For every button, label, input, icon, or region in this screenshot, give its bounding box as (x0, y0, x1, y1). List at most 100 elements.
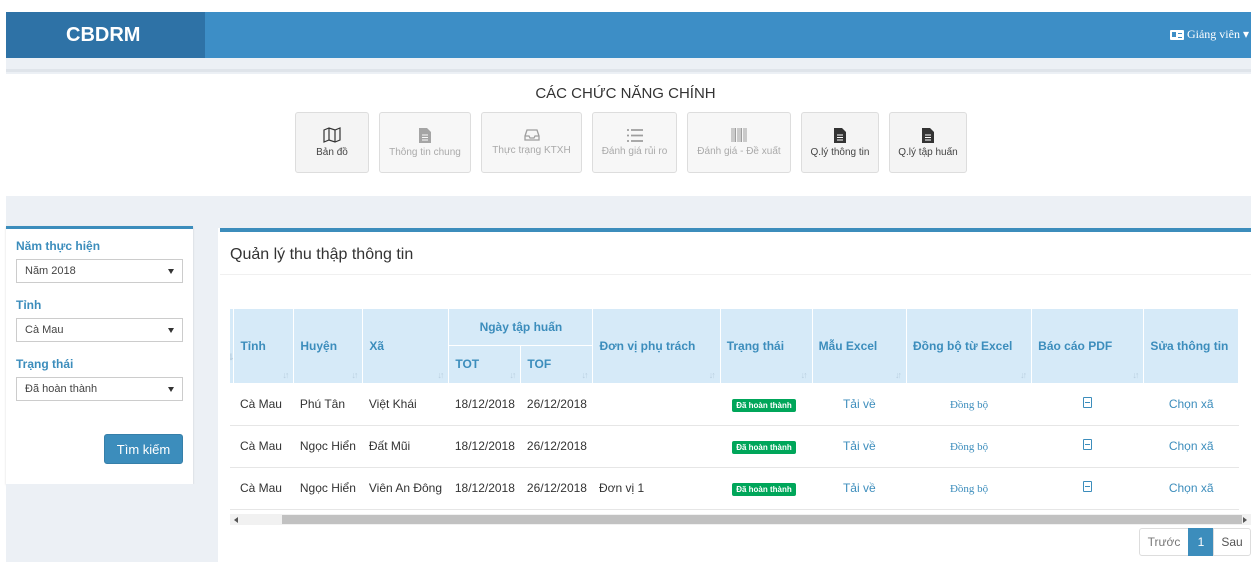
choose-commune-link[interactable]: Chọn xã (1169, 481, 1214, 495)
user-label: Giảng viên (1186, 27, 1240, 41)
pdf-icon[interactable] (1083, 439, 1093, 450)
column-header-training-date: Ngày tập huấn (448, 309, 594, 346)
pdf-cell (1031, 425, 1144, 468)
top-navbar: CBDRM Giảng viên ▾ (6, 12, 1251, 58)
column-header-commune[interactable]: Xã ↓↑ (362, 309, 450, 384)
search-button[interactable]: Tìm kiếm (104, 434, 183, 464)
commune-cell: Đất Mũi (362, 425, 449, 468)
general-info-button[interactable]: Thông tin chung (379, 112, 471, 173)
gutter (193, 226, 218, 484)
status-badge: Đã hoàn thành (732, 440, 796, 454)
table-row: Cà Mau Phú Tân Việt Khái 18/12/2018 26/1… (230, 383, 1239, 426)
column-header-province-label: Tỉnh (240, 338, 266, 353)
map-icon (323, 127, 341, 143)
district-cell: Ngọc Hiển (293, 467, 363, 510)
column-header-sync-excel[interactable]: Đồng bộ từ Excel ↓↑ (906, 309, 1033, 384)
district-cell: Ngọc Hiển (293, 425, 363, 468)
column-header-status[interactable]: Trạng thái ↓↑ (720, 309, 813, 384)
file-icon (419, 127, 431, 143)
status-label: Trạng thái (16, 357, 74, 371)
scroll-right-icon[interactable] (1243, 517, 1247, 523)
map-button[interactable]: Bản đồ (295, 112, 369, 173)
column-header-status-label: Trạng thái (726, 338, 785, 353)
sort-icon: ↓↑ (895, 369, 902, 380)
socio-economic-button[interactable]: Thực trạng KTXH (481, 112, 582, 173)
column-header-edit-info[interactable]: Sửa thông tin (1143, 309, 1239, 384)
sort-icon: ↓↑ (800, 369, 808, 380)
status-cell: Đã hoàn thành (720, 383, 813, 426)
status-select[interactable]: Đã hoàn thành (16, 377, 183, 401)
column-header-district[interactable]: Huyện ↓↑ (293, 309, 364, 384)
download-link[interactable]: Tải về (843, 397, 876, 411)
page-1-button[interactable]: 1 (1188, 528, 1214, 556)
column-header-province[interactable]: Tỉnh ↓↑ (233, 309, 295, 384)
column-header-tof-label: TOF (527, 357, 552, 371)
sync-cell: Đồng bộ (906, 425, 1032, 468)
province-select[interactable]: Cà Mau (16, 318, 183, 342)
pdf-icon[interactable] (1083, 481, 1093, 492)
panel-title: Quản lý thu thập thông tin (230, 246, 414, 263)
file-icon (922, 127, 934, 143)
status-select-value: Đã hoàn thành (25, 383, 98, 395)
caret-down-icon (168, 269, 174, 274)
sort-icon: ↓↑ (351, 369, 358, 380)
pagination: Trước 1 Sau (1139, 528, 1251, 556)
status-badge: Đã hoàn thành (732, 482, 796, 496)
choose-commune-link[interactable]: Chọn xã (1169, 439, 1214, 453)
download-cell: Tải về (812, 383, 907, 426)
status-cell: Đã hoàn thành (720, 467, 813, 510)
next-page-button[interactable]: Sau (1213, 528, 1251, 556)
pdf-cell (1031, 383, 1144, 426)
edit-cell: Chọn xã (1143, 467, 1239, 510)
column-header-excel-template[interactable]: Mẫu Excel ↓↑ (812, 309, 908, 384)
risk-assessment-button[interactable]: Đánh giá rủi ro (592, 112, 677, 173)
unit-cell (592, 383, 721, 426)
year-select[interactable]: Năm 2018 (16, 259, 183, 283)
column-header-tof[interactable]: TOF ↓↑ (520, 345, 594, 384)
prev-page-button[interactable]: Trước (1139, 528, 1189, 556)
column-header-tot[interactable]: TOT ↓↑ (448, 345, 522, 384)
column-header-tot-label: TOT (455, 357, 480, 371)
tof-cell: 26/12/2018 (520, 425, 593, 468)
sync-link[interactable]: Đồng bộ (950, 399, 988, 411)
scrollbar-thumb[interactable] (282, 515, 1242, 524)
sort-icon: ↓↑ (708, 369, 716, 380)
download-link[interactable]: Tải về (843, 481, 876, 495)
manage-training-button[interactable]: Q.lý tập huấn (889, 112, 967, 173)
sort-icon: ↓↑ (1020, 369, 1027, 380)
commune-cell: Việt Khái (362, 383, 449, 426)
map-button-label: Bản đồ (316, 147, 348, 158)
tof-cell: 26/12/2018 (520, 383, 593, 426)
file-icon (834, 127, 846, 143)
panel-divider (220, 274, 1251, 275)
download-link[interactable]: Tải về (843, 439, 876, 453)
pdf-cell (1031, 467, 1144, 510)
column-header-excel-template-label: Mẫu Excel (818, 338, 878, 353)
province-cell: Cà Mau (233, 425, 294, 468)
column-header-commune-label: Xã (369, 338, 385, 353)
caret-down-icon (168, 387, 174, 392)
column-header-unit[interactable]: Đơn vị phụ trách ↓↑ (592, 309, 721, 384)
choose-commune-link[interactable]: Chọn xã (1169, 397, 1214, 411)
risk-assessment-button-label: Đánh giá rủi ro (601, 145, 668, 157)
column-header-edit-info-label: Sửa thông tin (1150, 338, 1229, 353)
sync-cell: Đồng bộ (906, 467, 1032, 510)
column-header-unit-label: Đơn vị phụ trách (599, 338, 696, 353)
manage-info-button[interactable]: Q.lý thông tin (801, 112, 879, 173)
sync-link[interactable]: Đồng bộ (950, 441, 988, 453)
province-select-value: Cà Mau (25, 324, 64, 336)
assessment-proposal-button[interactable]: Đánh giá - Đề xuất (687, 112, 791, 173)
sort-icon: ↓↑ (581, 369, 588, 380)
header-divider (6, 58, 1251, 74)
horizontal-scrollbar[interactable] (230, 514, 1251, 525)
column-header-pdf-report[interactable]: Báo cáo PDF ↓↑ (1031, 309, 1145, 384)
caret-down-icon: ▾ (1242, 27, 1249, 41)
functions-title: CÁC CHỨC NĂNG CHÍNH (535, 85, 716, 102)
brand-logo[interactable]: CBDRM (6, 12, 205, 58)
user-menu[interactable]: Giảng viên ▾ (1169, 27, 1249, 42)
pdf-icon[interactable] (1083, 397, 1093, 408)
scroll-left-icon[interactable] (234, 517, 238, 523)
manage-training-button-label: Q.lý tập huấn (898, 146, 958, 158)
sync-link[interactable]: Đồng bộ (950, 483, 988, 495)
province-label: Tỉnh (16, 298, 42, 312)
